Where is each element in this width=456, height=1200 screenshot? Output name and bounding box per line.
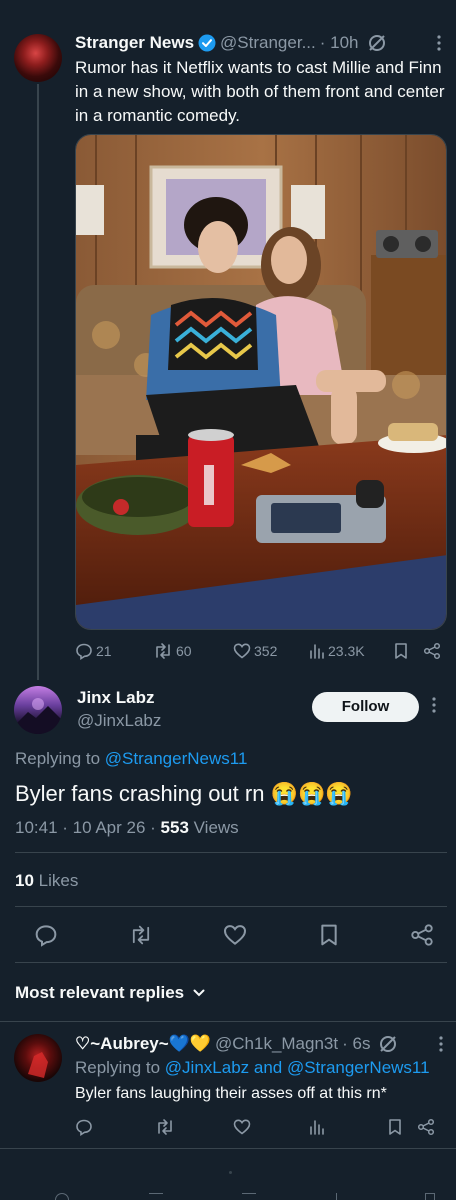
- reply-button[interactable]: 21: [75, 642, 153, 660]
- heart-icon[interactable]: [242, 1193, 256, 1200]
- tweet-actions: [55, 1193, 435, 1200]
- heart-icon: [233, 1119, 251, 1135]
- share-button[interactable]: [423, 642, 441, 660]
- tweet-actions: [34, 923, 434, 947]
- like-button[interactable]: [233, 1118, 309, 1136]
- replying-to-prefix: Replying to: [75, 1058, 161, 1077]
- reply-icon: [35, 925, 57, 947]
- repost-button[interactable]: [155, 1118, 233, 1136]
- avatar[interactable]: [14, 1034, 62, 1082]
- divider: [15, 906, 447, 907]
- share-button[interactable]: [410, 923, 434, 947]
- likes-label: Likes: [33, 871, 79, 890]
- share-icon: [411, 924, 433, 946]
- reply-button[interactable]: [34, 923, 58, 947]
- tweet-timestamp[interactable]: 10:41 · 10 Apr 26 ·: [15, 818, 161, 837]
- replying-to: Replying to @JinxLabz and @StrangerNews1…: [75, 1058, 430, 1078]
- share-button[interactable]: [417, 1118, 435, 1136]
- views-button[interactable]: 23.3K: [309, 642, 393, 660]
- bookmark-button[interactable]: [387, 1118, 417, 1136]
- share-icon: [423, 642, 441, 660]
- grok-icon[interactable]: [367, 33, 387, 53]
- views-button[interactable]: [309, 1118, 387, 1136]
- follow-button[interactable]: Follow: [312, 692, 419, 722]
- replying-to-link[interactable]: @JinxLabz and @StrangerNews11: [165, 1058, 430, 1077]
- bookmark-icon: [395, 643, 407, 659]
- repost-button[interactable]: [129, 923, 153, 947]
- author-name[interactable]: Stranger News: [75, 33, 194, 53]
- parent-tweet[interactable]: Stranger News @Stranger... · 10h Rumor h…: [0, 0, 456, 680]
- repost-icon: [132, 925, 149, 945]
- divider: [15, 962, 447, 963]
- repost-icon[interactable]: [148, 1193, 163, 1200]
- likes-summary[interactable]: 10 Likes: [15, 871, 78, 891]
- bookmark-icon: [389, 1119, 401, 1135]
- views-count: 553: [160, 818, 189, 837]
- share-icon: [417, 1118, 435, 1136]
- avatar[interactable]: [14, 686, 62, 734]
- views-icon: [310, 1120, 324, 1135]
- views-label: Views: [188, 818, 239, 837]
- more-options-icon[interactable]: [439, 1036, 443, 1052]
- views-count: 23.3K: [328, 643, 365, 659]
- author-name[interactable]: Jinx Labz: [77, 688, 154, 708]
- avatar[interactable]: [14, 34, 62, 82]
- replying-to-prefix: Replying to: [15, 749, 101, 768]
- bookmark-icon: [320, 924, 337, 946]
- divider: [0, 1021, 456, 1022]
- author-name[interactable]: ♡~Aubrey~💙💛: [75, 1034, 211, 1054]
- views-icon[interactable]: [335, 1193, 346, 1200]
- tweet-header: Stranger News @Stranger... · 10h: [75, 32, 445, 54]
- reply-icon: [76, 643, 92, 660]
- more-options-icon[interactable]: [432, 697, 436, 713]
- likes-count: 10: [15, 871, 34, 890]
- chevron-down-icon: [193, 989, 205, 997]
- tweet-actions: [75, 1118, 447, 1136]
- reply-icon: [76, 1119, 92, 1136]
- bookmark-button[interactable]: [393, 642, 423, 660]
- reply-count: 21: [96, 643, 112, 659]
- like-count: 352: [254, 643, 278, 659]
- author-handle[interactable]: @Ch1k_Magn3t: [215, 1034, 338, 1054]
- thread-line: [37, 84, 39, 680]
- tweet-time[interactable]: · 10h: [320, 33, 359, 53]
- replying-to-link[interactable]: @StrangerNews11: [105, 749, 248, 768]
- views-icon: [310, 644, 324, 659]
- reply-icon[interactable]: [55, 1193, 69, 1200]
- grok-icon[interactable]: [378, 1034, 398, 1054]
- tweet-text: Rumor has it Netflix wants to cast Milli…: [75, 58, 445, 125]
- repost-count: 60: [176, 643, 192, 659]
- reply-sort-dropdown[interactable]: Most relevant replies: [15, 983, 206, 1003]
- verified-badge-icon: [198, 34, 216, 52]
- repost-icon: [156, 643, 170, 659]
- heart-icon: [223, 925, 247, 945]
- tweet-text: Byler fans laughing their asses off at t…: [75, 1085, 387, 1102]
- replying-to: Replying to @StrangerNews11: [15, 749, 247, 769]
- tweet-time[interactable]: · 6s: [342, 1034, 370, 1054]
- author-handle[interactable]: @Stranger...: [220, 33, 316, 53]
- repost-button[interactable]: 60: [153, 642, 233, 660]
- author-handle[interactable]: @JinxLabz: [77, 711, 161, 731]
- tweet-media-photo[interactable]: [75, 134, 447, 630]
- reply-button[interactable]: [75, 1118, 155, 1136]
- tweet-header: ♡~Aubrey~💙💛 @Ch1k_Magn3t · 6s: [75, 1034, 447, 1054]
- heart-icon: [233, 643, 251, 659]
- tweet-metadata: 10:41 · 10 Apr 26 · 553 Views: [15, 818, 239, 838]
- reply-sort-label: Most relevant replies: [15, 983, 185, 1002]
- loading-dot: [229, 1171, 232, 1174]
- bookmark-button[interactable]: [318, 923, 340, 947]
- divider: [15, 852, 447, 853]
- bookmark-icon[interactable]: [425, 1193, 435, 1200]
- divider: [0, 1148, 456, 1149]
- like-button[interactable]: 352: [233, 642, 309, 660]
- repost-icon: [158, 1119, 172, 1135]
- more-options-icon[interactable]: [437, 35, 441, 51]
- tweet-text: Byler fans crashing out rn 😭😭😭: [15, 781, 353, 806]
- like-button[interactable]: [223, 923, 247, 947]
- tweet-actions: 21 60 352 23.3K: [75, 642, 447, 660]
